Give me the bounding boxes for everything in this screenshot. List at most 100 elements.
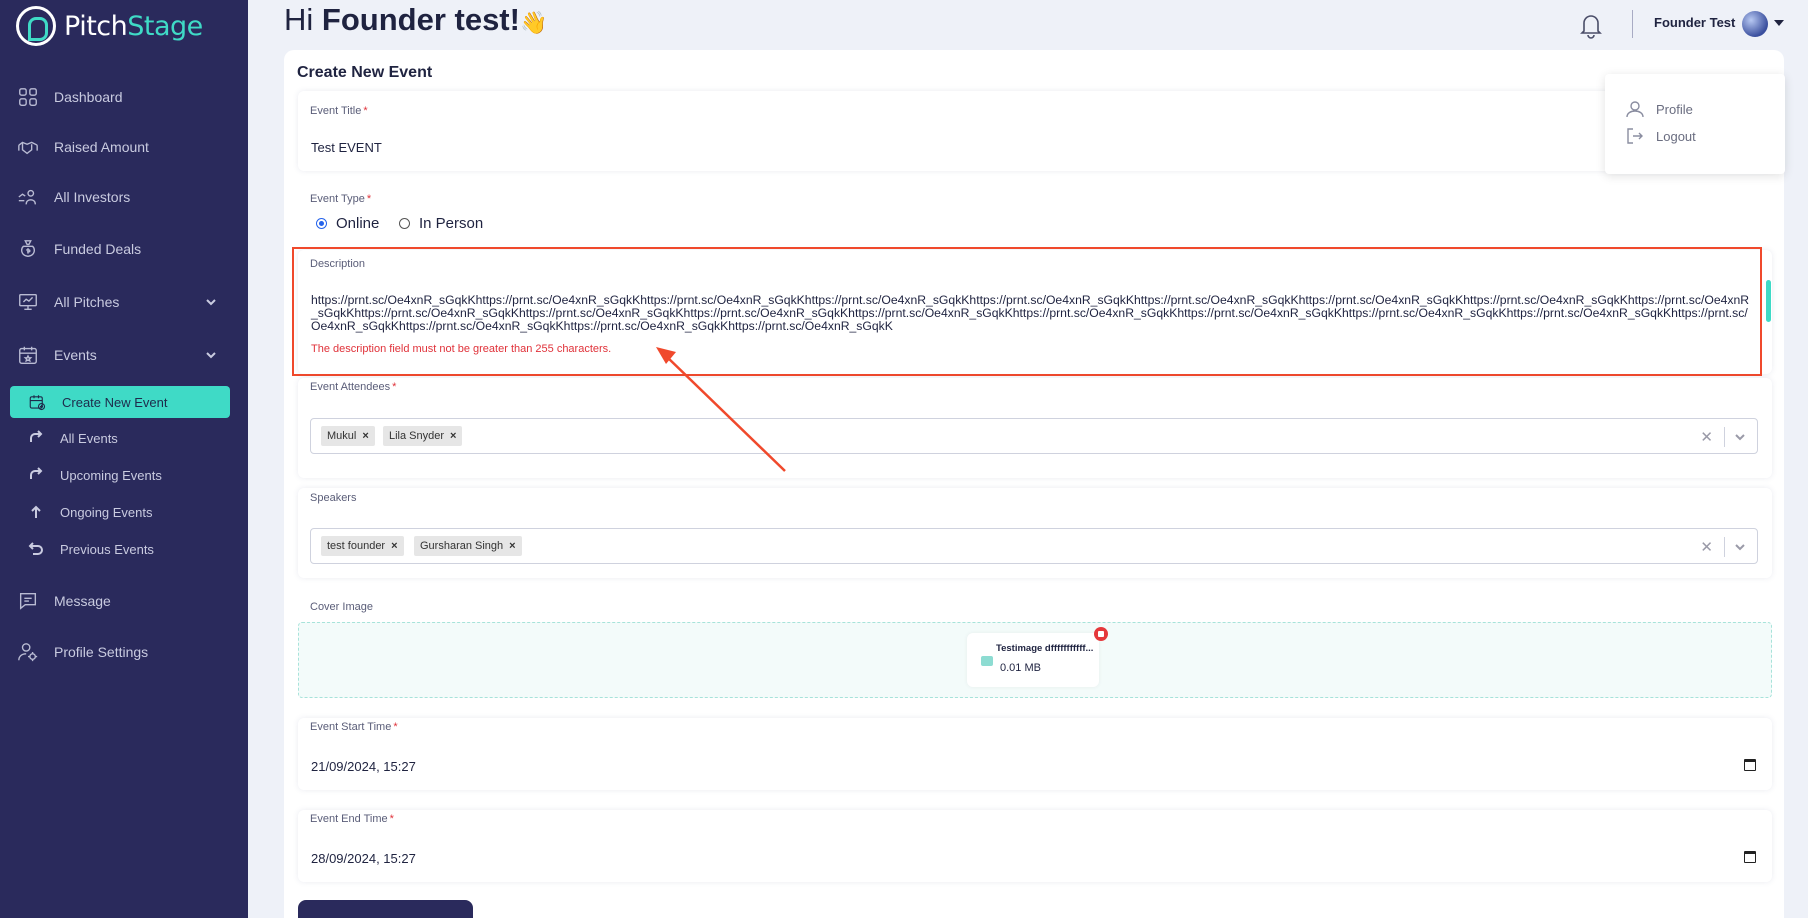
- remove-tag-icon[interactable]: ×: [509, 540, 515, 552]
- pitchstage-logo[interactable]: PitchStage: [16, 4, 203, 48]
- logo-text: PitchStage: [64, 10, 203, 42]
- sidebar-subitem-label: Previous Events: [60, 541, 154, 557]
- sidebar-item-message[interactable]: Message: [16, 584, 236, 618]
- wave-emoji: 👋: [519, 10, 548, 35]
- sidebar-item-label: Funded Deals: [54, 241, 142, 257]
- event-type-label: Event Type *: [310, 193, 372, 205]
- sidebar-item-label: Dashboard: [54, 89, 123, 105]
- caret-down-icon[interactable]: [1774, 20, 1784, 26]
- chevron-down-icon[interactable]: [1733, 430, 1747, 449]
- speaker-tag: test founder ×: [321, 536, 404, 556]
- event-title-label: Event Title *: [310, 105, 368, 117]
- calendar-icon: [16, 343, 40, 367]
- remove-tag-icon[interactable]: ×: [391, 540, 397, 552]
- user-name[interactable]: Founder Test: [1654, 15, 1735, 30]
- start-time-panel: [298, 718, 1772, 790]
- attendees-label: Event Attendees *: [310, 381, 397, 393]
- sidebar: PitchStage Dashboard Raised Amount All I…: [0, 0, 248, 918]
- user-settings-icon: [16, 640, 40, 664]
- logout-icon: [1627, 128, 1643, 144]
- sidebar-subitem-ongoing-events[interactable]: Ongoing Events: [28, 500, 153, 524]
- sidebar-subitem-label: All Events: [60, 430, 118, 446]
- attendees-select[interactable]: Mukul × Lila Snyder × ✕: [310, 418, 1758, 454]
- sidebar-item-profile-settings[interactable]: Profile Settings: [16, 635, 236, 669]
- speakers-select[interactable]: test founder × Gursharan Singh × ✕: [310, 528, 1758, 564]
- sidebar-item-label: Raised Amount: [54, 139, 149, 155]
- clear-icon[interactable]: ✕: [1700, 428, 1713, 446]
- remove-tag-icon[interactable]: ×: [450, 430, 456, 442]
- sidebar-item-raised-amount[interactable]: Raised Amount: [16, 130, 236, 164]
- file-size: 0.01 MB: [1000, 662, 1041, 674]
- sidebar-item-all-pitches[interactable]: All Pitches: [16, 285, 236, 319]
- chevron-down-icon[interactable]: [204, 348, 218, 362]
- undo-icon: [28, 542, 43, 555]
- delete-file-icon[interactable]: [1094, 627, 1108, 641]
- sidebar-item-dashboard[interactable]: Dashboard: [16, 80, 236, 114]
- sidebar-item-label: Message: [54, 593, 111, 609]
- page-title: Create New Event: [297, 64, 433, 81]
- user-icon: [1626, 101, 1644, 118]
- file-name: Testimage dfffffffffff...: [996, 643, 1094, 654]
- speaker-tag: Gursharan Singh ×: [414, 536, 522, 556]
- sidebar-subitem-label: Create New Event: [62, 394, 168, 410]
- logo-icon: [16, 6, 56, 46]
- select-separator: [1724, 537, 1725, 557]
- sidebar-subitem-upcoming-events[interactable]: Upcoming Events: [28, 463, 162, 487]
- menu-item-profile[interactable]: Profile: [1626, 99, 1693, 119]
- remove-tag-icon[interactable]: ×: [362, 430, 368, 442]
- sidebar-subitem-previous-events[interactable]: Previous Events: [28, 537, 154, 561]
- sidebar-item-label: All Investors: [54, 189, 131, 205]
- repeat-icon: [30, 430, 43, 442]
- chat-icon: [16, 589, 40, 613]
- attendee-tag: Lila Snyder ×: [383, 426, 463, 446]
- sidebar-subitem-create-new-event[interactable]: Create New Event: [10, 386, 230, 418]
- radio-in-person-label[interactable]: In Person: [419, 215, 483, 232]
- radio-online-label[interactable]: Online: [336, 215, 379, 232]
- investors-icon: [16, 185, 40, 209]
- image-file-icon: [981, 656, 993, 666]
- menu-item-logout[interactable]: Logout: [1626, 126, 1696, 146]
- start-time-label: Event Start Time *: [310, 721, 398, 733]
- speakers-label: Speakers: [310, 492, 357, 504]
- annotation-highlight-box: [292, 247, 1762, 376]
- sidebar-item-all-investors[interactable]: All Investors: [16, 180, 236, 214]
- calendar-add-icon: [29, 395, 46, 411]
- start-time-input[interactable]: 21/09/2024, 15:27: [311, 759, 416, 774]
- bell-icon[interactable]: [1576, 10, 1606, 40]
- attendee-tag: Mukul ×: [321, 426, 375, 446]
- sidebar-item-label: Events: [54, 347, 97, 363]
- user-dropdown-menu: [1605, 74, 1785, 174]
- cover-image-label: Cover Image: [310, 601, 373, 613]
- submit-button[interactable]: [298, 900, 473, 918]
- end-time-panel: [298, 810, 1772, 882]
- sidebar-item-label: All Pitches: [54, 294, 120, 310]
- presentation-icon: [16, 290, 40, 314]
- sidebar-item-events[interactable]: Events: [16, 338, 236, 372]
- avatar[interactable]: [1742, 11, 1768, 37]
- dashboard-icon: [16, 85, 40, 109]
- sidebar-subitem-label: Ongoing Events: [60, 504, 153, 520]
- chevron-down-icon[interactable]: [1733, 540, 1747, 559]
- clear-icon[interactable]: ✕: [1700, 538, 1713, 556]
- handshake-icon: [16, 135, 40, 159]
- event-title-input[interactable]: Test EVENT: [311, 140, 382, 155]
- end-time-input[interactable]: 28/09/2024, 15:27: [311, 851, 416, 866]
- header-divider: [1632, 10, 1633, 38]
- sidebar-subitem-all-events[interactable]: All Events: [28, 426, 118, 450]
- end-time-label: Event End Time *: [310, 813, 394, 825]
- repeat-icon: [30, 467, 43, 479]
- description-scrollbar[interactable]: [1766, 280, 1771, 322]
- arrow-up-icon: [31, 505, 41, 518]
- sidebar-subitem-label: Upcoming Events: [60, 467, 162, 483]
- money-bag-icon: [16, 237, 40, 261]
- calendar-picker-icon[interactable]: [1744, 851, 1756, 863]
- select-separator: [1724, 427, 1725, 447]
- chevron-down-icon[interactable]: [204, 295, 218, 309]
- radio-online[interactable]: [316, 218, 327, 229]
- event-title-panel: [298, 91, 1772, 171]
- sidebar-item-label: Profile Settings: [54, 644, 149, 660]
- calendar-picker-icon[interactable]: [1744, 759, 1756, 771]
- sidebar-item-funded-deals[interactable]: Funded Deals: [16, 232, 236, 266]
- greeting-title: Hi Founder test!👋: [284, 2, 548, 37]
- radio-in-person[interactable]: [399, 218, 410, 229]
